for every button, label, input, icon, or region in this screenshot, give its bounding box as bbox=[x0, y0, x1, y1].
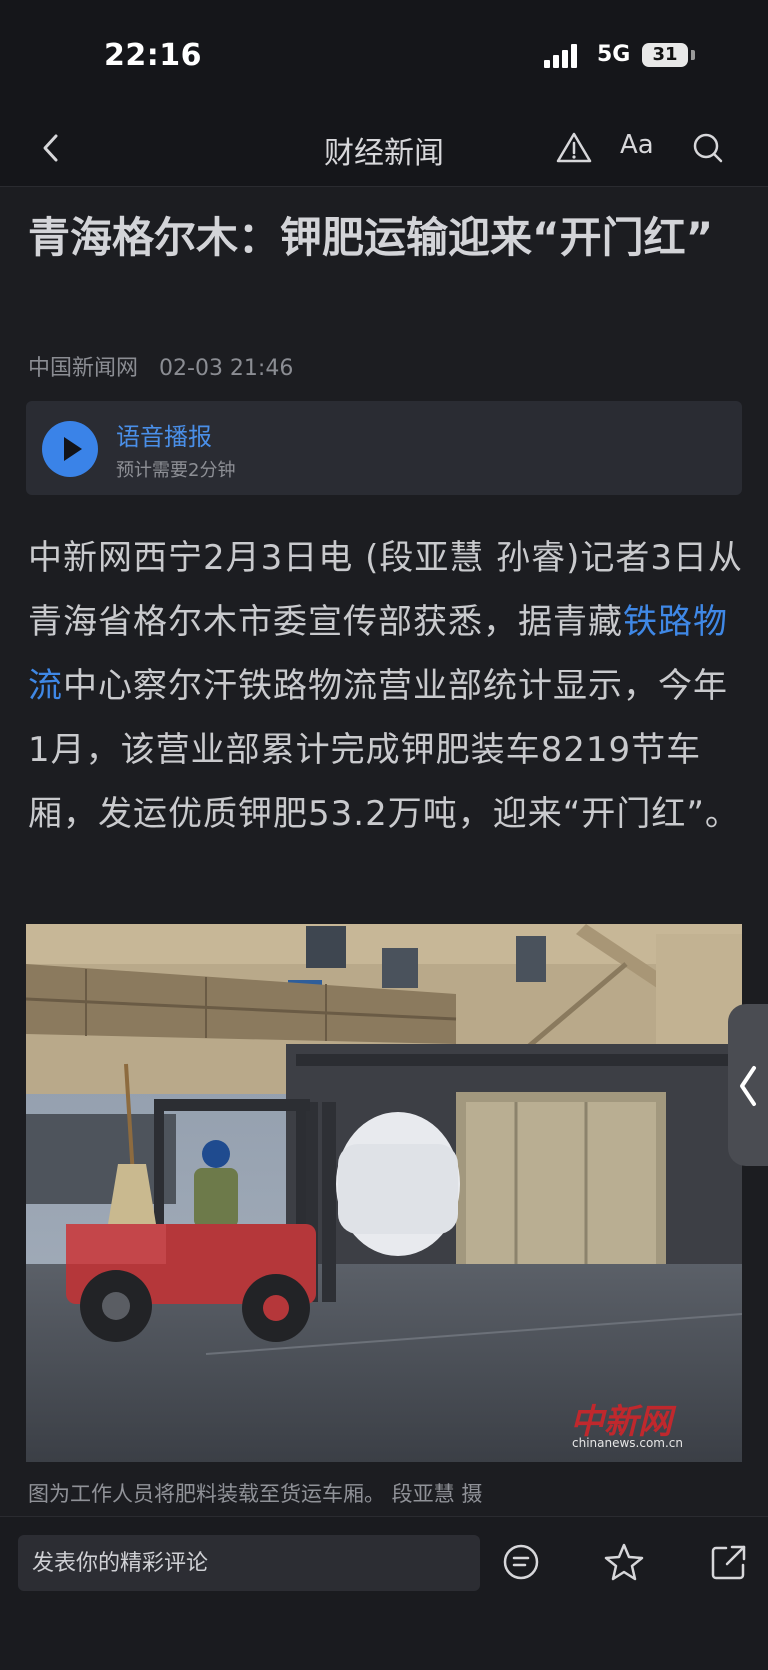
watermark-site: chinanews.com.cn bbox=[572, 1436, 684, 1450]
star-icon[interactable] bbox=[601, 1539, 647, 1585]
audio-broadcast-card[interactable]: 语音播报 预计需要2分钟 bbox=[26, 401, 742, 495]
article-body: 中新网西宁2月3日电 (段亚慧 孙睿)记者3日从青海省格尔木市委宣传部获悉，据青… bbox=[28, 526, 744, 846]
cellular-signal-icon bbox=[544, 44, 584, 68]
battery-icon: 31 bbox=[642, 43, 688, 67]
side-drawer-tab[interactable] bbox=[728, 1004, 768, 1166]
search-icon[interactable] bbox=[686, 126, 730, 170]
body-text-after: 中心察尔汗铁路物流营业部统计显示，今年1月，该营业部累计完成钾肥装车8219节车… bbox=[28, 666, 740, 834]
article-meta: 中国新闻网 02-03 21:46 bbox=[28, 350, 293, 382]
share-icon[interactable] bbox=[706, 1539, 752, 1585]
warning-icon[interactable] bbox=[552, 126, 596, 170]
comment-input[interactable] bbox=[18, 1535, 480, 1591]
bottom-action-bar bbox=[0, 1516, 768, 1670]
article-source[interactable]: 中国新闻网 bbox=[28, 356, 138, 381]
article-datetime: 02-03 21:46 bbox=[159, 356, 294, 381]
network-type: 5G bbox=[597, 42, 631, 67]
forklift-loading-photo bbox=[26, 924, 742, 1462]
font-size-button[interactable]: Aa bbox=[620, 130, 654, 160]
status-bar: 22:16 5G 31 bbox=[0, 0, 768, 110]
photo-caption: 图为工作人员将肥料装载至货运车厢。 段亚慧 摄 bbox=[28, 1482, 483, 1506]
battery-tip bbox=[691, 50, 695, 60]
status-time: 22:16 bbox=[104, 38, 202, 73]
audio-duration: 预计需要2分钟 bbox=[116, 460, 236, 481]
chevron-left-icon bbox=[740, 1066, 756, 1106]
comment-icon[interactable] bbox=[498, 1539, 544, 1585]
nav-bar: 财经新闻 Aa bbox=[0, 110, 768, 187]
article-photo[interactable]: 中新网 chinanews.com.cn bbox=[26, 924, 742, 1462]
play-icon[interactable] bbox=[42, 421, 98, 477]
article-title: 青海格尔木：钾肥运输迎来“开门红” bbox=[28, 213, 714, 262]
audio-label: 语音播报 bbox=[116, 423, 212, 451]
